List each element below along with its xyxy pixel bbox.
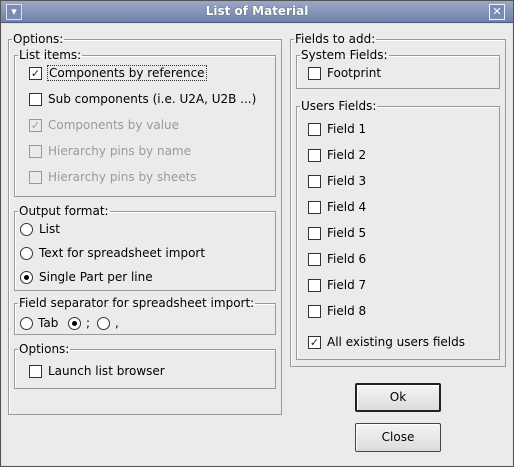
radio-circle[interactable] — [68, 316, 81, 330]
field-6-checkbox[interactable]: Field 6 — [308, 250, 366, 268]
checkbox-label: Field 1 — [327, 122, 367, 136]
separator-comma-radio[interactable]: , — [97, 314, 119, 332]
checkbox-label: Field 6 — [327, 252, 367, 266]
users-fields-legend: Users Fields: — [301, 99, 377, 113]
close-icon[interactable]: ✕ — [489, 4, 505, 20]
checkbox-box[interactable]: ✓ — [29, 66, 42, 80]
radio-circle[interactable] — [20, 316, 33, 330]
checkbox-label: Hierarchy pins by name — [48, 144, 192, 158]
checkbox-box — [29, 144, 42, 158]
checkbox-label: Components by reference — [47, 65, 207, 81]
radio-label: List — [39, 222, 60, 236]
checkbox-box[interactable] — [308, 148, 321, 162]
system-fields-legend: System Fields: — [301, 48, 388, 62]
checkbox-box[interactable] — [308, 226, 321, 240]
field-8-checkbox[interactable]: Field 8 — [308, 302, 366, 320]
checkbox-box[interactable] — [308, 252, 321, 266]
all-existing-users-fields-checkbox[interactable]: ✓ All existing users fields — [308, 333, 465, 351]
field-1-checkbox[interactable]: Field 1 — [308, 120, 366, 138]
checkbox-label: Field 2 — [327, 148, 367, 162]
separator-tab-radio[interactable]: Tab — [20, 314, 58, 332]
checkbox-box[interactable] — [308, 122, 321, 136]
checkbox-box[interactable] — [308, 200, 321, 214]
options-launch-legend: Options: — [19, 342, 70, 356]
radio-label: Single Part per line — [39, 270, 153, 284]
output-single-part-radio[interactable]: Single Part per line — [20, 268, 153, 286]
field-separator-legend: Field separator for spreadsheet import: — [19, 296, 255, 310]
checkbox-box[interactable] — [29, 92, 42, 106]
checkbox-label: Field 4 — [327, 200, 367, 214]
field-2-checkbox[interactable]: Field 2 — [308, 146, 366, 164]
radio-label: , — [115, 316, 119, 330]
radio-circle[interactable] — [20, 270, 33, 284]
components-by-reference-checkbox[interactable]: ✓ Components by reference — [29, 64, 207, 82]
checkbox-box: ✓ — [29, 118, 42, 132]
checkbox-box[interactable]: ✓ — [308, 335, 321, 349]
checkbox-label: Components by value — [48, 118, 180, 132]
ok-button[interactable]: Ok — [355, 383, 441, 412]
title-bar: ▾ List of Material ✕ — [1, 1, 513, 23]
list-of-material-dialog: ▾ List of Material ✕ Options: List items… — [0, 0, 514, 467]
launch-list-browser-checkbox[interactable]: Launch list browser — [29, 362, 165, 380]
output-spreadsheet-radio[interactable]: Text for spreadsheet import — [20, 244, 205, 262]
hierarchy-pins-by-sheets-checkbox: Hierarchy pins by sheets — [29, 168, 197, 186]
field-7-checkbox[interactable]: Field 7 — [308, 276, 366, 294]
close-button[interactable]: Close — [355, 423, 441, 452]
checkbox-box[interactable] — [29, 364, 42, 378]
field-5-checkbox[interactable]: Field 5 — [308, 224, 366, 242]
field-4-checkbox[interactable]: Field 4 — [308, 198, 366, 216]
list-items-legend: List items: — [19, 48, 82, 62]
radio-circle[interactable] — [20, 246, 33, 260]
checkbox-label: Field 3 — [327, 174, 367, 188]
hierarchy-pins-by-name-checkbox: Hierarchy pins by name — [29, 142, 191, 160]
dialog-body: Options: List items: ✓ Components by ref… — [2, 24, 512, 465]
checkbox-label: Field 5 — [327, 226, 367, 240]
checkbox-label: Field 7 — [327, 278, 367, 292]
checkbox-box[interactable] — [308, 66, 321, 80]
checkbox-label: All existing users fields — [327, 335, 466, 349]
sub-components-checkbox[interactable]: Sub components (i.e. U2A, U2B ...) — [29, 90, 256, 108]
checkbox-label: Hierarchy pins by sheets — [48, 170, 197, 184]
components-by-value-checkbox: ✓ Components by value — [29, 116, 179, 134]
checkbox-label: Footprint — [327, 66, 382, 80]
checkbox-box[interactable] — [308, 278, 321, 292]
options-legend: Options: — [13, 32, 64, 46]
radio-label: Tab — [38, 316, 59, 330]
checkbox-label: Sub components (i.e. U2A, U2B ...) — [48, 92, 257, 106]
output-format-legend: Output format: — [19, 204, 109, 218]
checkbox-box — [29, 170, 42, 184]
separator-semicolon-radio[interactable]: ; — [68, 314, 90, 332]
radio-label: ; — [86, 316, 91, 330]
radio-label: Text for spreadsheet import — [39, 246, 206, 260]
footprint-checkbox[interactable]: Footprint — [308, 64, 381, 82]
output-list-radio[interactable]: List — [20, 220, 60, 238]
checkbox-box[interactable] — [308, 304, 321, 318]
window-title: List of Material — [205, 4, 309, 18]
radio-circle[interactable] — [97, 316, 110, 330]
checkbox-label: Field 8 — [327, 304, 367, 318]
checkbox-box[interactable] — [308, 174, 321, 188]
fields-to-add-legend: Fields to add: — [295, 32, 376, 46]
checkbox-label: Launch list browser — [48, 364, 165, 378]
radio-circle[interactable] — [20, 222, 33, 236]
field-3-checkbox[interactable]: Field 3 — [308, 172, 366, 190]
